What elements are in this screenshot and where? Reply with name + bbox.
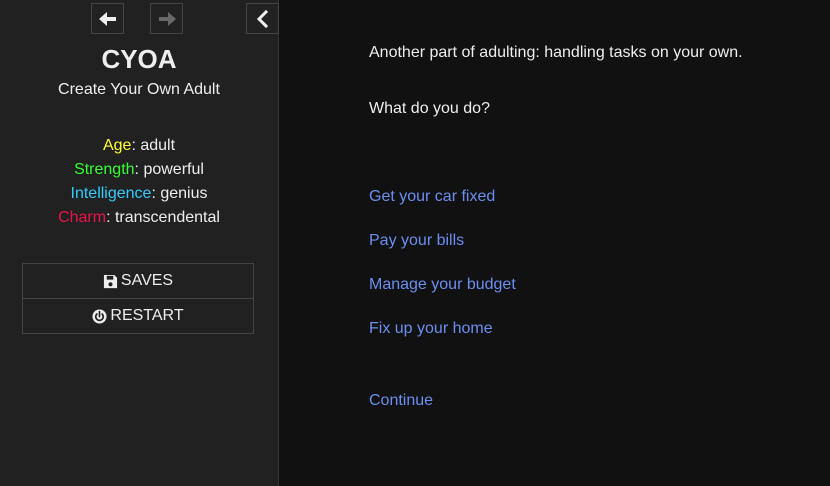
stat-separator: : [131,137,141,154]
choice-link-bills[interactable]: Pay your bills [369,232,464,250]
history-back-button[interactable] [91,3,124,34]
stat-value: powerful [143,161,204,178]
story-title: CYOA [101,44,177,74]
stat-strength: Strength: powerful [0,160,278,184]
arrow-right-icon [158,11,176,26]
saves-label: SAVES [120,272,174,289]
stat-separator: : [106,209,115,226]
stat-label: Intelligence [70,185,152,202]
stat-age: Age: adult [0,136,278,160]
choice-link-car[interactable]: Get your car fixed [369,188,495,206]
passage-question: What do you do? [369,100,490,117]
stat-label: Charm [58,209,107,226]
saves-button[interactable]: SAVES [23,264,253,298]
history-forward-button[interactable] [150,3,183,34]
passage-text: Another part of adulting: handling tasks… [369,44,743,61]
stat-value: transcendental [114,209,220,226]
chevron-left-icon [256,9,268,28]
stat-value: adult [140,137,176,154]
save-icon [103,274,117,288]
power-icon [92,308,107,324]
choice-link-budget[interactable]: Manage your budget [369,276,516,294]
restart-button[interactable]: RESTART [23,298,253,333]
passage-area: Another part of adulting: handling tasks… [369,0,809,486]
app-window: CYOA Create Your Own Adult Age: adult St… [0,0,830,486]
stats-panel: Age: adult Strength: powerful Intelligen… [0,136,278,232]
restart-label: RESTART [110,307,184,324]
stat-label: Strength [74,161,135,178]
stat-separator: : [151,185,161,202]
story-sidebar: CYOA Create Your Own Adult Age: adult St… [0,0,279,486]
stat-value: genius [160,185,208,202]
stat-label: Age [102,137,132,154]
arrow-left-icon [98,11,116,26]
choice-link-home[interactable]: Fix up your home [369,320,493,338]
sidebar-toggle-button[interactable] [246,3,279,34]
stat-charm: Charm: transcendental [0,208,278,232]
stat-intelligence: Intelligence: genius [0,184,278,208]
story-menu: SAVES RESTART [22,263,254,334]
story-subtitle: Create Your Own Adult [58,81,220,98]
continue-link[interactable]: Continue [369,392,433,410]
